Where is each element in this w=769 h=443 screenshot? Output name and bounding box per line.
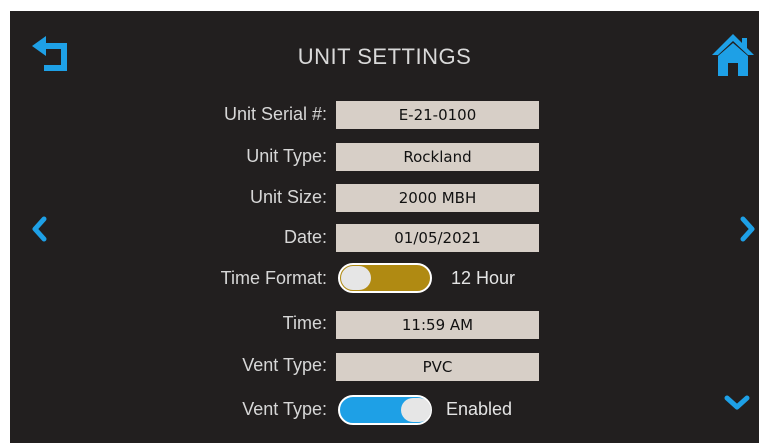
date-field[interactable]: 01/05/2021	[336, 224, 539, 252]
vent-type-label: Vent Type:	[242, 355, 327, 375]
unit-serial-label: Unit Serial #:	[223, 104, 327, 124]
row-vent-type: Vent Type: PVC	[0, 350, 769, 381]
vent-type-field[interactable]: PVC	[336, 353, 539, 381]
row-unit-type: Unit Type: Rockland	[0, 141, 769, 171]
unit-type-field[interactable]: Rockland	[336, 143, 539, 171]
row-time-format: Time Format: 12 Hour	[0, 263, 769, 293]
row-time: Time: 11:59 AM	[0, 308, 769, 339]
unit-serial-field[interactable]: E-21-0100	[336, 101, 539, 129]
vent-toggle-value: Enabled	[446, 399, 513, 419]
home-icon[interactable]	[710, 32, 756, 78]
time-field[interactable]: 11:59 AM	[336, 311, 539, 339]
row-unit-size: Unit Size: 2000 MBH	[0, 182, 769, 212]
time-label: Time:	[282, 313, 327, 333]
time-format-label: Time Format:	[220, 268, 327, 288]
time-format-value: 12 Hour	[451, 268, 516, 288]
vent-toggle-label: Vent Type:	[242, 399, 327, 419]
date-label: Date:	[283, 227, 327, 247]
unit-type-label: Unit Type:	[246, 146, 327, 166]
page-title: UNIT SETTINGS	[297, 44, 472, 69]
time-format-toggle[interactable]	[338, 263, 432, 293]
row-unit-serial: Unit Serial #: E-21-0100	[0, 99, 769, 129]
toggle-knob	[341, 266, 371, 290]
vent-enabled-toggle[interactable]	[338, 395, 432, 425]
unit-size-label: Unit Size:	[249, 187, 327, 207]
row-date: Date: 01/05/2021	[0, 222, 769, 252]
row-vent-toggle: Vent Type: Enabled	[0, 394, 769, 425]
unit-size-field[interactable]: 2000 MBH	[336, 184, 539, 212]
toggle-knob	[401, 398, 431, 422]
